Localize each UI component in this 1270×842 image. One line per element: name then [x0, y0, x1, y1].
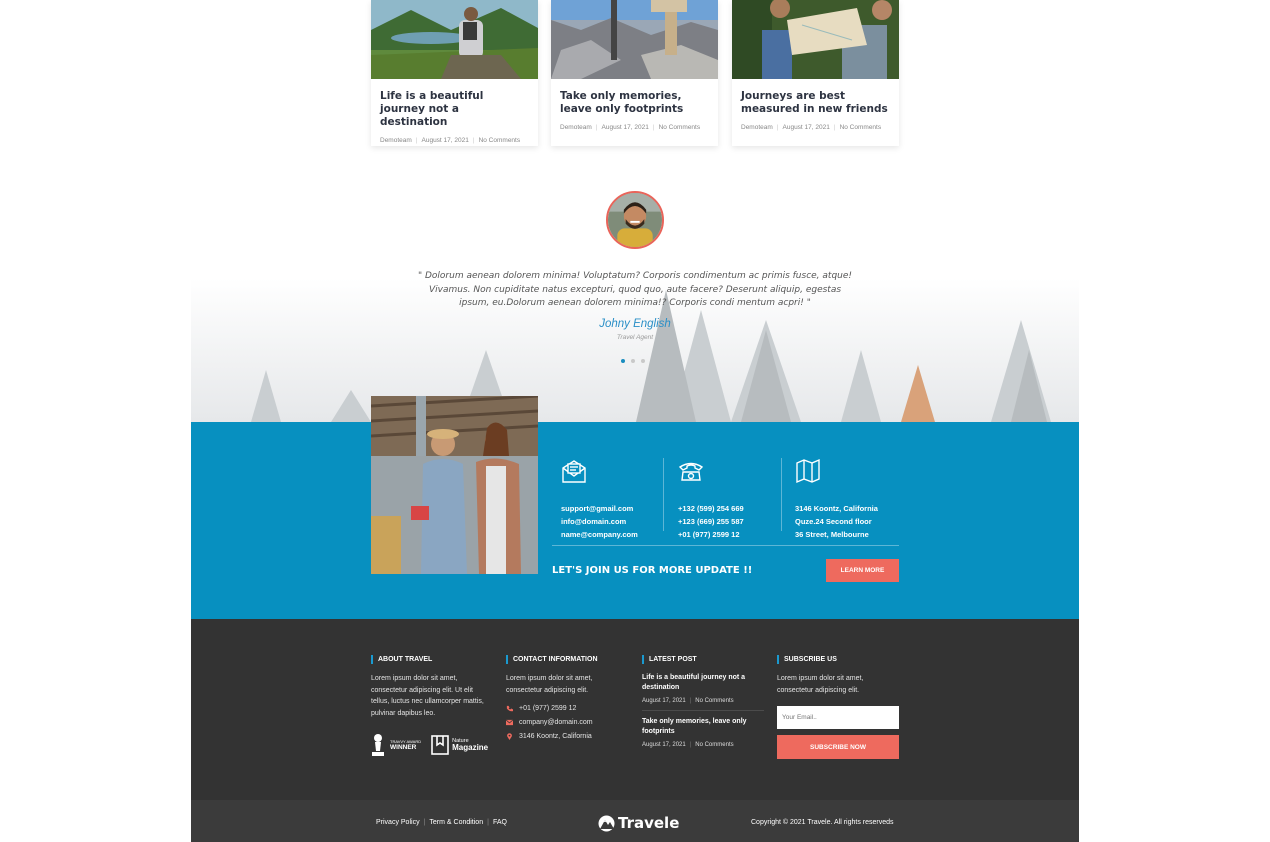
subscribe-text: Lorem ipsum dolor sit amet, consectetur …	[777, 675, 864, 694]
footer	[191, 619, 1079, 800]
footer-email[interactable]: company@domain.com	[519, 719, 593, 726]
site-logo[interactable]: Travele	[598, 814, 679, 832]
blog-card-meta: Demoteam | August 17, 2021 | No Comments	[560, 124, 701, 131]
blog-card-image[interactable]	[732, 0, 899, 79]
footer-phone[interactable]: +01 (977) 2599 12	[519, 705, 576, 712]
footer-heading: LATEST POST	[642, 655, 764, 664]
blog-card[interactable]: Take only memories, leave only footprint…	[551, 0, 718, 146]
divider	[552, 545, 899, 546]
post-author[interactable]: Demoteam	[380, 137, 412, 144]
contact-email[interactable]: support@gmail.com	[561, 503, 671, 516]
blog-card[interactable]: Life is a beautiful journey not a destin…	[371, 0, 538, 146]
travvy-award-logo: TRAVVY AWARD WINNER	[371, 733, 421, 757]
carousel-dot-3[interactable]	[641, 359, 645, 363]
phone-icon	[506, 705, 513, 712]
location-pin-icon	[507, 733, 512, 740]
post-comments[interactable]: No Comments	[695, 698, 733, 704]
carousel-dot-2[interactable]	[631, 359, 635, 363]
contact-email[interactable]: info@domain.com	[561, 516, 671, 529]
post-comments[interactable]: No Comments	[479, 137, 521, 144]
contact-email-block: support@gmail.com info@domain.com name@c…	[561, 458, 671, 541]
footer-address: 3146 Koontz, California	[519, 733, 592, 740]
award-label: WINNER	[390, 744, 417, 751]
testimonial-quote: " Dolorum aenean dolorem minima! Volupta…	[417, 271, 853, 308]
latest-post-title[interactable]: Life is a beautiful journey not a destin…	[642, 673, 764, 692]
divider	[663, 458, 664, 531]
post-comments[interactable]: No Comments	[659, 124, 701, 131]
contact-phone[interactable]: +132 (599) 254 669	[678, 503, 788, 516]
terms-link[interactable]: Term & Condition	[429, 819, 483, 826]
contact-phone-block: +132 (599) 254 669 +123 (669) 255 587 +0…	[678, 458, 788, 541]
blog-card-image[interactable]	[371, 0, 538, 79]
contact-phone[interactable]: +123 (669) 255 587	[678, 516, 788, 529]
blog-card-meta: Demoteam | August 17, 2021 | No Comments	[741, 124, 882, 131]
nature-magazine-logo: Nature Magazine	[431, 735, 488, 755]
join-heading: LET'S JOIN US FOR MORE UPDATE !!	[552, 565, 753, 576]
contact-info-text: Lorem ipsum dolor sit amet, consectetur …	[506, 675, 593, 694]
footer-latest-post: LATEST POST Life is a beautiful journey …	[642, 655, 764, 748]
carousel-dots	[621, 359, 651, 365]
mountain-logo-icon	[598, 815, 615, 831]
about-text: Lorem ipsum dolor sit amet, consectetur …	[371, 675, 484, 717]
logo-text: Travele	[618, 814, 680, 832]
faq-link[interactable]: FAQ	[493, 819, 507, 826]
blog-card[interactable]: Journeys are best measured in new friend…	[732, 0, 899, 146]
contact-address-line: 36 Street, Melbourne	[795, 529, 869, 539]
divider	[781, 458, 782, 531]
blog-card-title[interactable]: Life is a beautiful journey not a destin…	[371, 79, 538, 129]
blog-cards: Life is a beautiful journey not a destin…	[371, 0, 899, 146]
post-comments[interactable]: No Comments	[695, 742, 733, 748]
latest-post-meta: August 17, 2021 | No Comments	[642, 742, 734, 748]
footer-contact-info: CONTACT INFORMATION Lorem ipsum dolor si…	[506, 655, 628, 740]
post-author[interactable]: Demoteam	[560, 124, 592, 131]
privacy-policy-link[interactable]: Privacy Policy	[376, 819, 420, 826]
post-date[interactable]: August 17, 2021	[642, 698, 686, 704]
post-date[interactable]: August 17, 2021	[422, 137, 469, 144]
footer-email-row[interactable]: company@domain.com	[506, 719, 628, 726]
award-logos: TRAVVY AWARD WINNER Nature Magazine	[371, 733, 493, 757]
testimonial-author: Johny English	[599, 318, 671, 330]
travelers-photo	[371, 396, 538, 574]
carousel-dot-1[interactable]	[621, 359, 625, 363]
avatar	[606, 191, 664, 249]
contact-phone[interactable]: +01 (977) 2599 12	[678, 529, 788, 542]
contact-address-line: Quze.24 Second floor	[795, 516, 872, 526]
footer-about: ABOUT TRAVEL Lorem ipsum dolor sit amet,…	[371, 655, 493, 757]
post-date[interactable]: August 17, 2021	[783, 124, 830, 131]
copyright: Copyright © 2021 Travele. All rights res…	[751, 819, 894, 826]
footer-address-row: 3146 Koontz, California	[506, 733, 628, 740]
blog-card-meta: Demoteam | August 17, 2021 | No Comments	[380, 137, 521, 144]
envelope-icon	[562, 460, 586, 483]
map-icon	[796, 458, 820, 484]
post-comments[interactable]: No Comments	[840, 124, 882, 131]
footer-phone-row[interactable]: +01 (977) 2599 12	[506, 705, 628, 712]
envelope-icon	[506, 719, 513, 726]
bookmark-icon	[431, 735, 449, 755]
divider	[642, 710, 764, 711]
latest-post-title[interactable]: Take only memories, leave only footprint…	[642, 717, 764, 736]
post-date[interactable]: August 17, 2021	[602, 124, 649, 131]
learn-more-button[interactable]: LEARN MORE	[826, 559, 899, 582]
footer-links: Privacy Policy | Term & Condition | FAQ	[376, 819, 507, 826]
post-date[interactable]: August 17, 2021	[642, 742, 686, 748]
award-label: Magazine	[452, 743, 489, 752]
trophy-icon	[372, 734, 384, 756]
footer-heading: CONTACT INFORMATION	[506, 655, 628, 664]
contact-email[interactable]: name@company.com	[561, 529, 671, 542]
footer-heading: SUBSCRIBE US	[777, 655, 899, 664]
contact-address-line: 3146 Koontz, California	[795, 504, 878, 513]
phone-icon	[678, 462, 704, 481]
testimonial-role: Travel Agent	[616, 334, 654, 341]
email-field[interactable]	[777, 706, 899, 729]
blog-card-title[interactable]: Journeys are best measured in new friend…	[732, 79, 899, 116]
footer-subscribe: SUBSCRIBE US Lorem ipsum dolor sit amet,…	[777, 655, 899, 759]
subscribe-button[interactable]: SUBSCRIBE NOW	[777, 735, 899, 759]
post-author[interactable]: Demoteam	[741, 124, 773, 131]
blog-card-image[interactable]	[551, 0, 718, 79]
blog-card-title[interactable]: Take only memories, leave only footprint…	[551, 79, 718, 116]
footer-heading: ABOUT TRAVEL	[371, 655, 493, 664]
latest-post-meta: August 17, 2021 | No Comments	[642, 698, 734, 704]
testimonial-section: " Dolorum aenean dolorem minima! Volupta…	[191, 160, 1079, 422]
contact-address-block: 3146 Koontz, California Quze.24 Second f…	[795, 458, 905, 541]
